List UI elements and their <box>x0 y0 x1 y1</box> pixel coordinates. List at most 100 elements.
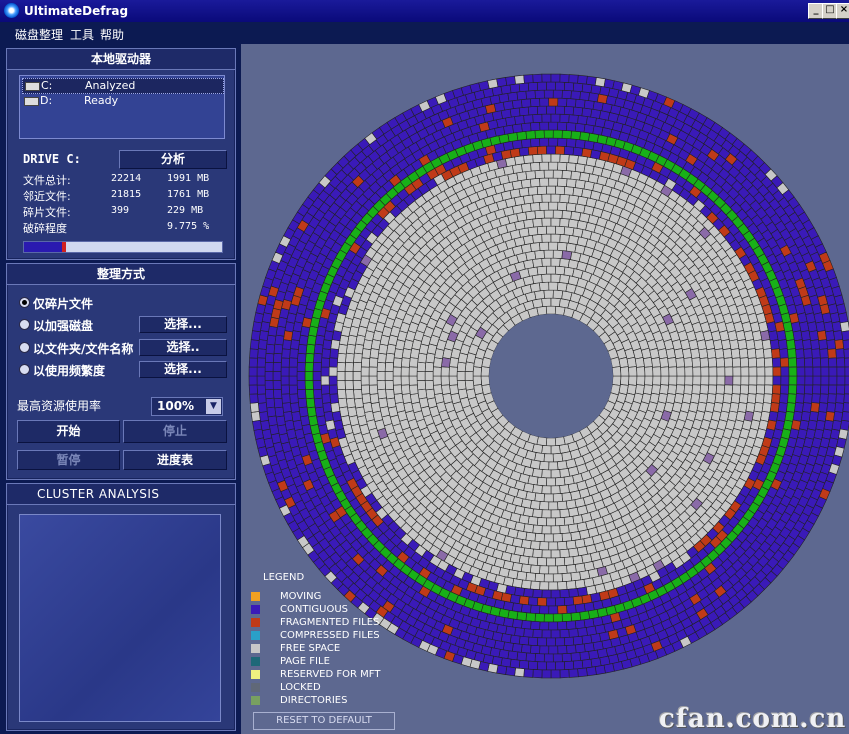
cluster-block[interactable] <box>496 77 508 88</box>
cluster-block[interactable] <box>559 484 570 494</box>
cluster-block[interactable] <box>698 348 709 359</box>
cluster-block[interactable] <box>644 366 654 377</box>
cluster-block[interactable] <box>552 653 563 663</box>
cluster-block[interactable] <box>536 225 547 235</box>
cluster-block[interactable] <box>530 580 541 591</box>
cluster-block[interactable] <box>273 397 284 409</box>
cluster-block[interactable] <box>272 361 282 372</box>
cluster-block[interactable] <box>634 357 645 368</box>
cluster-block[interactable] <box>345 352 355 364</box>
cluster-block[interactable] <box>577 155 588 166</box>
cluster-block[interactable] <box>392 357 403 368</box>
cluster-block[interactable] <box>804 384 814 395</box>
cluster-block[interactable] <box>788 375 798 386</box>
cluster-block[interactable] <box>360 357 371 368</box>
cluster-block[interactable] <box>248 384 258 395</box>
cluster-block[interactable] <box>574 579 586 589</box>
title-bar[interactable]: UltimateDefrag _ □ × <box>0 0 849 22</box>
cluster-block[interactable] <box>328 366 338 377</box>
cluster-block[interactable] <box>424 380 435 391</box>
cluster-block[interactable] <box>552 533 563 543</box>
cluster-block[interactable] <box>282 339 292 350</box>
cluster-block[interactable] <box>777 402 788 413</box>
cluster-block[interactable] <box>525 531 536 542</box>
cluster-block[interactable] <box>532 217 543 228</box>
cluster-block[interactable] <box>320 357 331 368</box>
cluster-block[interactable] <box>520 98 532 108</box>
cluster-block[interactable] <box>520 603 532 614</box>
cluster-block[interactable] <box>716 375 726 386</box>
cluster-block[interactable] <box>360 375 370 386</box>
cluster-block[interactable] <box>330 339 341 350</box>
cluster-block[interactable] <box>796 384 806 395</box>
cluster-block[interactable] <box>555 557 566 567</box>
cluster-block[interactable] <box>543 453 554 463</box>
cluster-block[interactable] <box>321 348 331 359</box>
cluster-block[interactable] <box>353 388 363 400</box>
cluster-block[interactable] <box>795 393 805 404</box>
cluster-block[interactable] <box>344 371 354 381</box>
cluster-block[interactable] <box>288 366 298 377</box>
cluster-block[interactable] <box>557 581 568 591</box>
cluster-block[interactable] <box>541 113 552 123</box>
cluster-block[interactable] <box>297 388 307 400</box>
cluster-block[interactable] <box>320 375 330 386</box>
cluster-block[interactable] <box>550 113 561 123</box>
cluster-block[interactable] <box>539 201 550 211</box>
cluster-block[interactable] <box>530 202 541 212</box>
cluster-block[interactable] <box>525 572 536 582</box>
cluster-block[interactable] <box>575 98 586 109</box>
cluster-block[interactable] <box>511 139 523 150</box>
cluster-block[interactable] <box>541 485 552 495</box>
cluster-block[interactable] <box>557 281 568 292</box>
cluster-block[interactable] <box>779 384 790 395</box>
cluster-block[interactable] <box>557 97 568 107</box>
cluster-block[interactable] <box>523 154 534 164</box>
legend-swatch[interactable] <box>251 696 260 705</box>
cluster-block[interactable] <box>780 375 790 386</box>
cluster-block[interactable] <box>400 357 411 368</box>
cluster-block[interactable] <box>516 651 527 662</box>
cluster-block[interactable] <box>408 375 418 386</box>
cluster-block[interactable] <box>548 97 559 107</box>
cluster-block[interactable] <box>377 388 387 400</box>
cluster-block[interactable] <box>568 588 579 598</box>
cluster-block[interactable] <box>328 357 339 368</box>
cluster-block[interactable] <box>563 596 575 606</box>
cluster-block[interactable] <box>274 334 285 346</box>
cluster-block[interactable] <box>563 105 575 116</box>
cluster-block[interactable] <box>280 357 290 368</box>
cluster-block[interactable] <box>550 589 561 599</box>
cluster-block[interactable] <box>539 161 550 171</box>
cluster-block[interactable] <box>568 194 579 205</box>
cluster-block[interactable] <box>566 138 577 148</box>
cluster-block[interactable] <box>257 402 268 413</box>
cluster-block[interactable] <box>552 452 564 463</box>
cluster-block[interactable] <box>440 375 450 386</box>
legend-swatch[interactable] <box>251 618 260 627</box>
cluster-block[interactable] <box>691 384 702 395</box>
cluster-block[interactable] <box>441 384 451 395</box>
cluster-block[interactable] <box>536 81 547 91</box>
cluster-block[interactable] <box>527 186 539 196</box>
cluster-block[interactable] <box>563 81 575 92</box>
cluster-block[interactable] <box>820 384 830 395</box>
cluster-block[interactable] <box>368 357 379 368</box>
cluster-block[interactable] <box>280 366 290 377</box>
cluster-block[interactable] <box>520 644 532 654</box>
cluster-block[interactable] <box>579 651 590 661</box>
cluster-block[interactable] <box>424 361 435 372</box>
cluster-block[interactable] <box>274 406 285 418</box>
cluster-block[interactable] <box>353 343 364 355</box>
cluster-block[interactable] <box>836 366 846 377</box>
cluster-block[interactable] <box>297 343 308 355</box>
cluster-block[interactable] <box>841 411 849 422</box>
cluster-block[interactable] <box>568 547 579 558</box>
cluster-block[interactable] <box>541 297 552 307</box>
cluster-block[interactable] <box>288 357 298 368</box>
cluster-block[interactable] <box>826 339 837 350</box>
cluster-block[interactable] <box>296 361 306 372</box>
cluster-block[interactable] <box>545 437 557 447</box>
cluster-block[interactable] <box>297 352 307 364</box>
cluster-block[interactable] <box>577 667 588 678</box>
